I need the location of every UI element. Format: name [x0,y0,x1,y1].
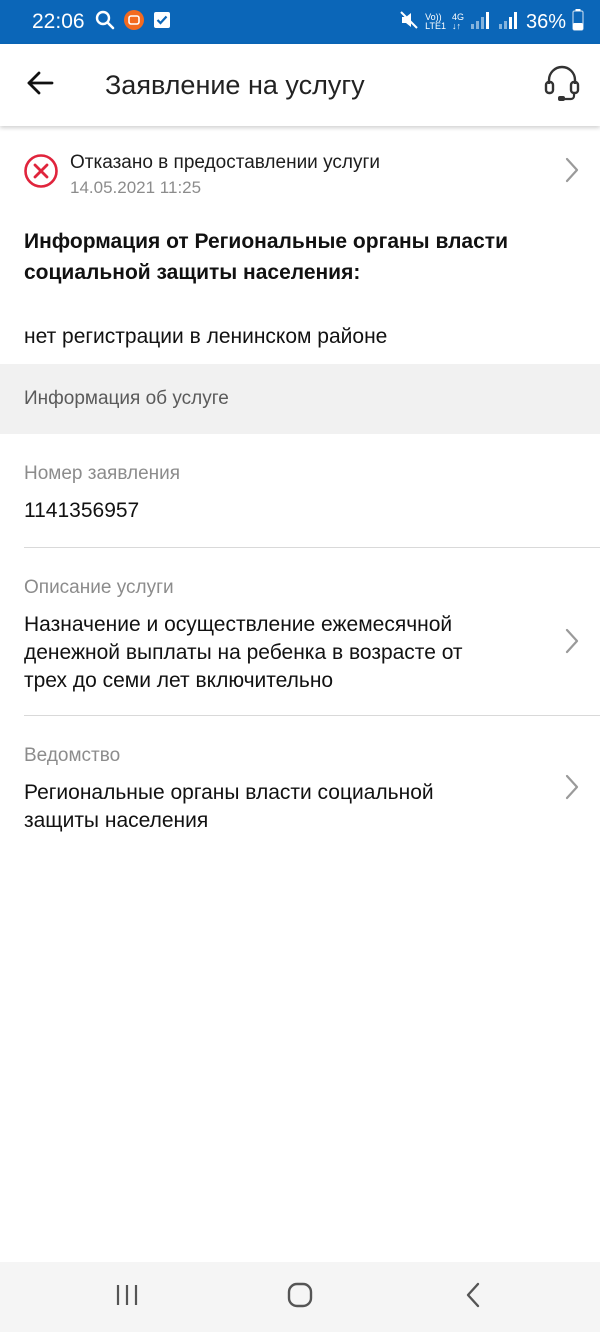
service-description-row[interactable]: Описание услуги Назначение и осуществлен… [0,548,600,715]
task-check-icon [153,11,171,34]
chevron-right-icon [564,773,580,801]
status-date: 14.05.2021 11:25 [70,178,202,197]
network-indicator: 4G ↓↑ [452,13,464,31]
department-row[interactable]: Ведомство Региональные органы власти соц… [0,716,600,836]
home-button[interactable] [240,1262,360,1332]
section-title: Информация об услуге [24,388,229,409]
back-button[interactable] [0,44,80,126]
headset-icon [544,64,580,107]
department-value: Региональные органы власти социальной за… [24,781,434,832]
signal-icon-2 [498,11,520,34]
data-arrows-icon: ↓↑ [451,21,461,31]
battery-level: 36% [525,10,566,33]
system-nav-bar [0,1262,600,1332]
signal-icon [470,11,492,34]
arrow-left-icon [26,71,54,100]
battery-icon [572,8,584,36]
app-bar: Заявление на услугу [0,44,600,126]
status-time: 22:06 [32,10,85,33]
info-heading: Информация от Региональные органы власти… [24,230,508,284]
recent-apps-button[interactable] [67,1262,187,1332]
system-back-button[interactable] [413,1262,533,1332]
mi-app-icon [123,9,145,36]
page-title: Заявление на услугу [105,69,365,100]
info-message: нет регистрации в ленинском районе [24,325,388,348]
department-label: Ведомство [24,745,121,766]
service-description-label: Описание услуги [24,577,174,598]
back-chevron-icon [465,1282,481,1313]
service-description-value: Назначение и осуществление ежемесячной д… [24,613,463,692]
search-icon [95,10,115,35]
lte-label: LTE1 [425,21,446,31]
application-number-value: 1141356957 [24,499,140,522]
chevron-right-icon [564,627,580,655]
section-header: Информация об услуге [0,364,600,434]
main-content: Отказано в предоставлении услуги 14.05.2… [0,126,600,836]
application-number-label: Номер заявления [24,463,181,484]
chevron-right-icon [564,156,580,184]
status-title: Отказано в предоставлении услуги [70,152,380,173]
application-status-row[interactable]: Отказано в предоставлении услуги 14.05.2… [0,126,600,214]
application-number-field: Номер заявления 1141356957 [0,434,600,547]
support-button[interactable] [524,44,600,126]
rejected-icon [23,153,59,189]
system-status-bar: 22:06 Vo)) LTE1 4G ↓↑ 36% [0,0,600,44]
volte-indicator: Vo)) LTE1 [425,13,446,31]
mute-icon [399,10,419,35]
recent-apps-icon [115,1284,139,1311]
home-icon [287,1282,313,1313]
